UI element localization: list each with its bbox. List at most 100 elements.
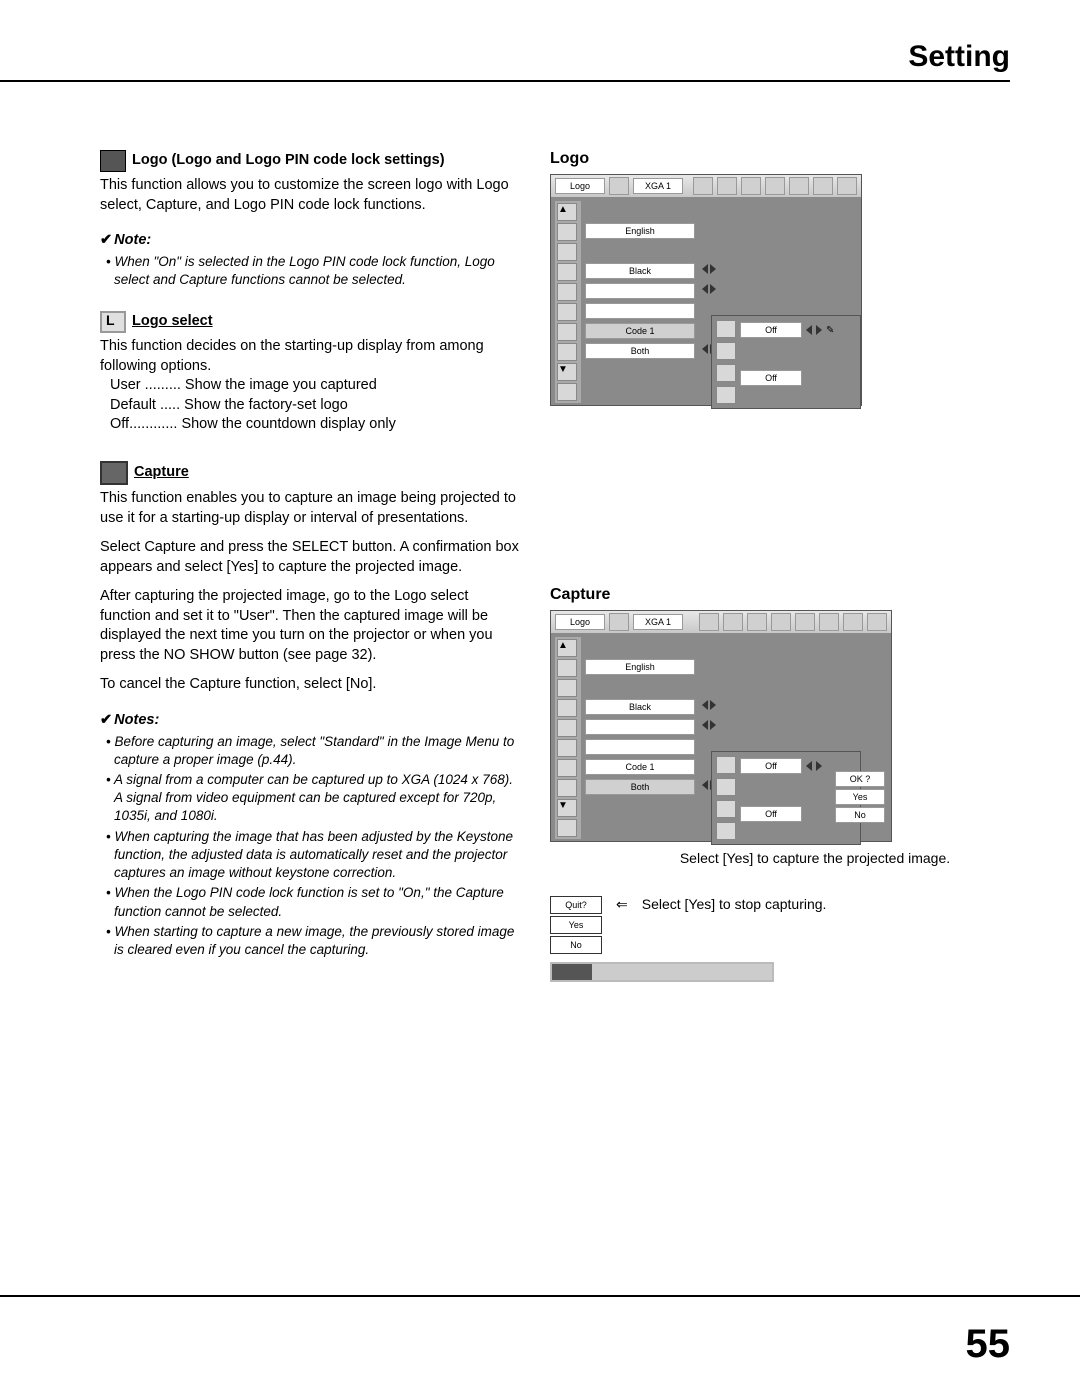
osd-menu: English Black Code 1 Both [581,637,699,839]
menu-item[interactable]: Code 1 [585,759,695,775]
tab-icon[interactable] [699,613,719,631]
sub-icon-back[interactable] [716,822,736,840]
opt-off: Off............ Show the countdown displ… [100,415,520,435]
footer-rule [0,1295,1080,1297]
arrow-up-icon[interactable]: ▲ [557,639,577,657]
note1-label: ✔Note: [100,231,520,251]
sub-off2[interactable]: Off [740,806,802,822]
caption-capture: Select [Yes] to capture the projected im… [660,850,970,866]
sub-icon-L [716,756,736,774]
menu-item[interactable]: Black [585,699,695,715]
sub-off1[interactable]: Off [740,322,802,338]
tab-icon[interactable] [819,613,839,631]
osd-top-bar: Logo XGA 1 [551,175,861,197]
sub-icon-cam [716,778,736,796]
side-icon[interactable] [557,699,577,717]
tab-icon[interactable] [747,613,767,631]
osd-top-label: Logo [555,178,605,194]
confirm-yes[interactable]: Yes [835,789,885,805]
right-logo-heading: Logo [550,150,970,168]
arrow-left-icon: ⇐ [616,896,628,913]
quit-panel: Quit? Yes No ⇐ Select [Yes] to stop capt… [550,896,970,954]
menu-item[interactable]: Both [585,343,695,359]
right-column: Logo Logo XGA 1 ▲ [550,150,970,982]
tab-icon[interactable] [771,613,791,631]
osd-mode-label: XGA 1 [633,178,683,194]
side-icon[interactable] [557,759,577,777]
side-icon[interactable] [557,323,577,341]
arrow-down-icon[interactable]: ▼ [557,363,577,381]
menu-item[interactable] [585,739,695,755]
logo-icon [100,150,126,172]
capture-p3: After capturing the projected image, go … [100,587,520,665]
logo-select-title: Logo select [132,312,213,332]
osd-sidebar: ▲ ▼ [555,201,581,403]
side-icon[interactable] [557,659,577,677]
tab-icon[interactable] [843,613,863,631]
notes-3: • When the Logo PIN code lock function i… [100,884,520,920]
page-title: Setting [908,40,1010,73]
tab-icon[interactable] [765,177,785,195]
osd-top-icon [609,613,629,631]
menu-item[interactable] [585,303,695,319]
side-icon[interactable] [557,779,577,797]
tab-icon[interactable] [693,177,713,195]
notes-0: • Before capturing an image, select "Sta… [100,733,520,769]
side-icon[interactable] [557,243,577,261]
right-capture-heading: Capture [550,586,970,604]
osd-capture: Logo XGA 1 ▲ [550,610,892,842]
sub-icon-cam [716,342,736,360]
sub-icon-back[interactable] [716,386,736,404]
side-icon[interactable] [557,263,577,281]
tab-icon[interactable] [717,177,737,195]
side-icon[interactable] [557,303,577,321]
menu-item[interactable]: English [585,659,695,675]
side-icon[interactable] [557,739,577,757]
side-icon[interactable] [557,283,577,301]
confirm-box: OK ? Yes No [835,771,885,823]
logo-select-icon [100,311,126,333]
confirm-no[interactable]: No [835,807,885,823]
tab-icon[interactable] [867,613,887,631]
tab-icon[interactable] [789,177,809,195]
notes-1: • A signal from a computer can be captur… [100,771,520,826]
menu-item-selected[interactable]: Code 1 [585,323,695,339]
side-icon[interactable] [557,719,577,737]
side-icon[interactable] [557,819,577,837]
osd-logo: Logo XGA 1 ▲ [550,174,862,406]
note1-body: • When "On" is selected in the Logo PIN … [100,253,520,289]
logo-section-heading: Logo (Logo and Logo PIN code lock settin… [100,150,520,172]
menu-item[interactable] [585,719,695,735]
side-icon[interactable] [557,679,577,697]
sub-off1[interactable]: Off [740,758,802,774]
side-icon[interactable] [557,343,577,361]
tab-icon[interactable] [795,613,815,631]
page-number: 55 [966,1322,1011,1367]
progress-fill [552,964,592,980]
menu-item[interactable]: Black [585,263,695,279]
arrow-up-icon[interactable]: ▲ [557,203,577,221]
capture-p4: To cancel the Capture function, select [… [100,675,520,695]
quit-label: Quit? [550,896,602,914]
menu-item-selected[interactable]: Both [585,779,695,795]
menu-item[interactable] [585,283,695,299]
logo-select-heading: Logo select [100,311,520,333]
tab-icon[interactable] [813,177,833,195]
side-icon[interactable] [557,383,577,401]
logo-section-title-text: Logo (Logo and Logo PIN code lock settin… [132,151,445,171]
progress-bar [550,962,774,982]
opt-user: User ......... Show the image you captur… [100,376,520,396]
menu-item[interactable]: English [585,223,695,239]
osd-mode-label: XGA 1 [633,614,683,630]
arrow-down-icon[interactable]: ▼ [557,799,577,817]
sub-icon-L [716,320,736,338]
tab-icon[interactable] [837,177,857,195]
tab-icon[interactable] [723,613,743,631]
quit-yes[interactable]: Yes [550,916,602,934]
sub-off2[interactable]: Off [740,370,802,386]
opt-default: Default ..... Show the factory-set logo [100,396,520,416]
tab-icon[interactable] [741,177,761,195]
quit-no[interactable]: No [550,936,602,954]
side-icon[interactable] [557,223,577,241]
logo-section-body: This function allows you to customize th… [100,176,520,215]
